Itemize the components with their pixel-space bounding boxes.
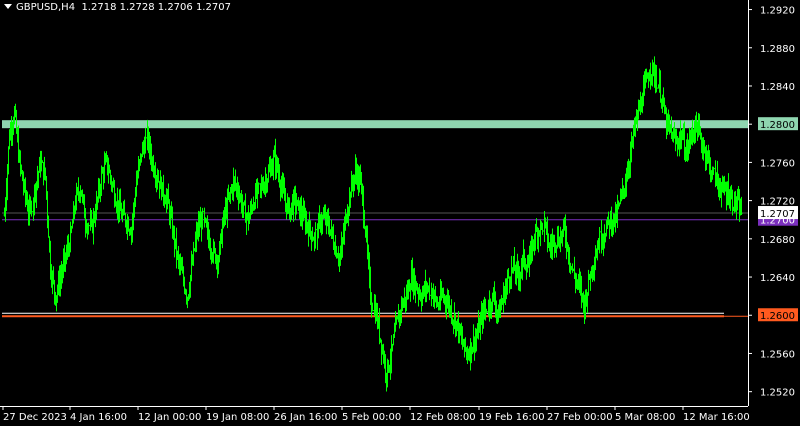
price-tick-label: 1.2720 xyxy=(760,197,795,208)
price-tick-label: 1.2560 xyxy=(760,349,795,360)
price-tick-label: 1.2880 xyxy=(760,44,795,55)
price-tick-label: 1.2640 xyxy=(760,273,795,284)
price-tick-label: 1.2520 xyxy=(760,388,795,399)
chart-canvas[interactable]: 1.2920 1.2880 1.2840 1.2800 1.2760 1.2720 1.26… xyxy=(0,0,800,426)
last-price-label: 1.2707 xyxy=(760,209,795,220)
time-tick-label: 5 Feb 00:00 xyxy=(342,412,401,423)
time-tick-label: 27 Feb 00:00 xyxy=(547,412,613,423)
price-chart[interactable]: GBPUSD,H4 1.2718 1.2728 1.2706 1.2707 1.… xyxy=(0,0,800,426)
time-tick-label: 27 Dec 2023 xyxy=(3,412,67,423)
time-tick-label: 5 Mar 08:00 xyxy=(615,412,675,423)
time-tick-label: 26 Jan 16:00 xyxy=(274,412,337,423)
time-tick-label: 12 Jan 00:00 xyxy=(138,412,201,423)
price-tick-label: 1.2920 xyxy=(760,6,795,17)
time-tick-label: 19 Jan 08:00 xyxy=(206,412,269,423)
time-tick-label: 19 Feb 16:00 xyxy=(479,412,545,423)
time-tick-label: 12 Mar 16:00 xyxy=(683,412,750,423)
time-tick-label: 4 Jan 16:00 xyxy=(70,412,127,423)
level-price-label: 1.2600 xyxy=(760,311,795,322)
time-tick-label: 12 Feb 08:00 xyxy=(410,412,476,423)
price-tick-label: 1.2680 xyxy=(760,235,795,246)
level-price-label: 1.2800 xyxy=(760,120,795,131)
price-tick-label: 1.2840 xyxy=(760,82,795,93)
price-tick-label: 1.2760 xyxy=(760,158,795,169)
